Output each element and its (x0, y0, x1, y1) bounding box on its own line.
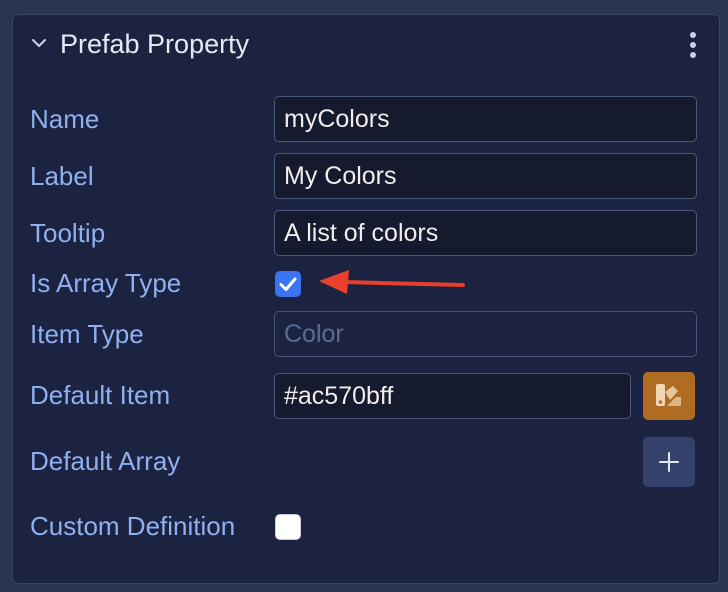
red-arrow-icon (319, 270, 465, 294)
is-array-type-checkbox[interactable] (275, 271, 301, 297)
color-picker-button[interactable] (643, 372, 695, 420)
custom-definition-checkbox[interactable] (275, 514, 301, 540)
label-label: Label (30, 161, 94, 191)
kebab-menu-icon[interactable] (689, 31, 697, 59)
add-array-item-button[interactable] (643, 437, 695, 487)
plus-icon (659, 452, 679, 472)
item-type-input[interactable] (274, 311, 697, 357)
checkmark-icon (279, 277, 297, 291)
color-picker-icon (656, 384, 681, 406)
default-array-label: Default Array (30, 446, 181, 476)
custom-definition-label: Custom Definition (30, 511, 236, 541)
label-input[interactable] (274, 153, 697, 199)
panel-title: Prefab Property (60, 29, 250, 59)
prefab-property-panel: Prefab Property Name Label Tooltip Is Ar… (12, 14, 720, 584)
item-type-label: Item Type (30, 319, 144, 349)
chevron-down-icon[interactable] (29, 33, 49, 53)
name-label: Name (30, 104, 100, 134)
panel-header[interactable]: Prefab Property (13, 15, 719, 75)
default-item-label: Default Item (30, 380, 171, 410)
tooltip-label: Tooltip (30, 218, 106, 248)
is-array-type-label: Is Array Type (30, 268, 182, 298)
name-input[interactable] (274, 96, 697, 142)
tooltip-input[interactable] (274, 210, 697, 256)
default-item-input[interactable] (274, 373, 631, 419)
